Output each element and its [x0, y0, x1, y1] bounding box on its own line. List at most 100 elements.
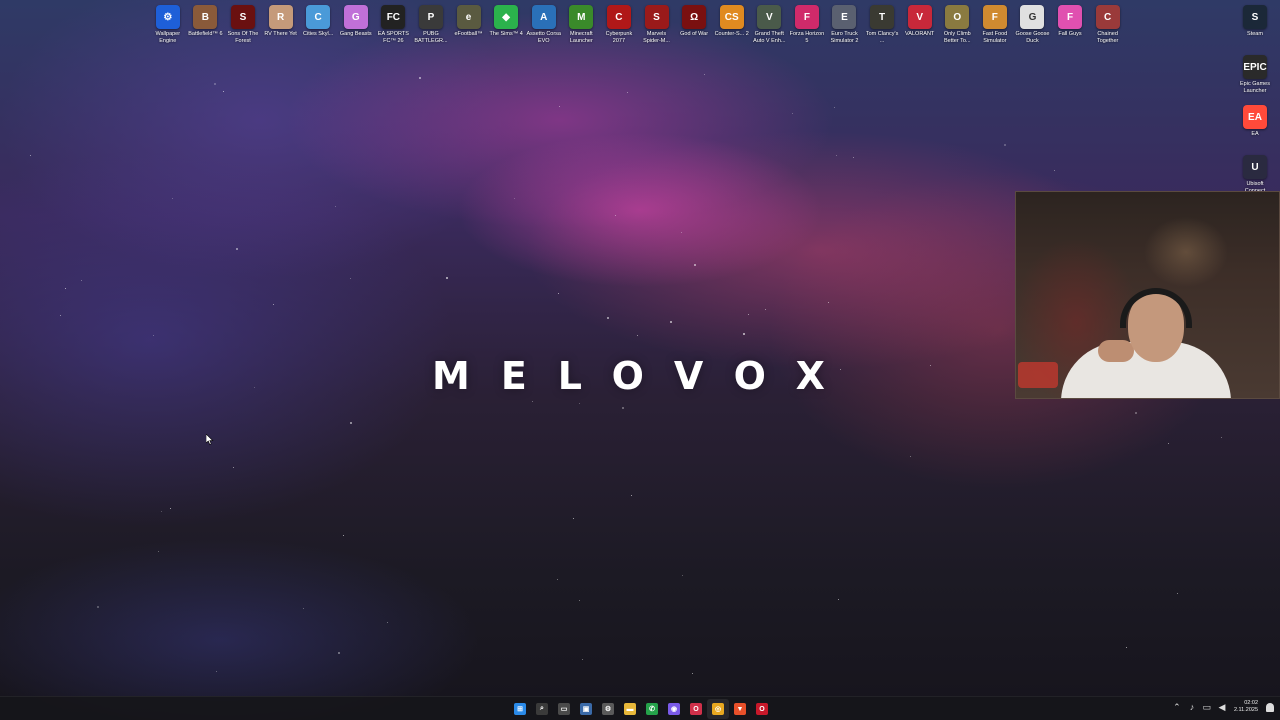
settings-button[interactable]: ⚙ [597, 699, 619, 719]
star [338, 652, 340, 654]
god-of-war-icon: Ω [682, 5, 707, 29]
desktop-shortcut-only-climb[interactable]: O Only Climb Better To... [938, 2, 976, 48]
star [233, 467, 235, 469]
desktop-shortcut-tom-clancys[interactable]: T Tom Clancy's ... [863, 2, 901, 48]
the-sims-icon: ◆ [494, 5, 519, 29]
desktop-shortcut-label: Goose Goose Duck [1015, 31, 1050, 44]
desktop-shortcut-gta-v[interactable]: V Grand Theft Auto V Enh... [751, 2, 789, 48]
star [1004, 144, 1006, 146]
desktop-shortcut-label: Steam [1247, 31, 1263, 37]
cyberpunk-icon: C [606, 5, 631, 29]
webcam-person-hand [1098, 340, 1134, 362]
clock[interactable]: 02:02 2.11.2025 [1234, 700, 1258, 714]
star [792, 113, 794, 115]
desktop-shortcut-label: Epic Games Launcher [1240, 81, 1270, 94]
desktop-shortcut-label: Sons Of The Forest [227, 31, 259, 44]
chevron-up-icon[interactable]: ⌃ [1172, 702, 1182, 713]
task-view-button[interactable]: ▭ [553, 699, 575, 719]
desktop-shortcut-label: Minecraft Launcher [569, 31, 593, 44]
star [834, 107, 836, 109]
desktop-shortcut-label: Chained Together [1096, 31, 1119, 44]
star [743, 333, 745, 335]
star [419, 77, 421, 79]
star [627, 92, 629, 94]
star [748, 314, 750, 316]
star [153, 335, 155, 337]
star [216, 671, 218, 673]
brave-button[interactable]: ▼ [729, 699, 751, 719]
desktop-shortcut-counter-strike[interactable]: CS Counter-S... 2 [713, 2, 751, 48]
star [670, 321, 672, 323]
desktop-shortcut-ea-sports-fc[interactable]: FC EA SPORTS FC™ 26 [375, 2, 413, 48]
forza-horizon-icon: F [794, 5, 819, 29]
star [828, 302, 830, 304]
desktop-shortcut-sons-of-the-forest[interactable]: S Sons Of The Forest [224, 2, 262, 48]
star [607, 317, 609, 319]
desktop-shortcut-god-of-war[interactable]: Ω God of War [675, 2, 713, 48]
opera-gx-button[interactable]: O [685, 699, 707, 719]
opera-button[interactable]: O [751, 699, 773, 719]
pubg-icon: P [418, 5, 443, 29]
desktop-shortcut-label: Cities Skyl... [303, 31, 334, 37]
star [273, 304, 275, 306]
whatsapp-button[interactable]: ✆ [641, 699, 663, 719]
volume-icon[interactable]: ◀ [1217, 702, 1227, 713]
desktop-shortcut-spider-man[interactable]: S Marvels Spider-M... [638, 2, 676, 48]
star [704, 74, 706, 76]
desktop-shortcut-label: Fall Guys [1058, 31, 1082, 37]
cities-skylines-icon: C [306, 5, 331, 29]
search-icon: ⌕ [536, 703, 548, 715]
file-explorer-button[interactable]: ▬ [619, 699, 641, 719]
taskbar: ⊞ ⌕ ▭ ▣ ⚙ ▬ ✆ ◉ O ◎ ▼ O ⌃ ♪ ▭ ◀ 02:02 2.11.2025 [0, 696, 1280, 720]
ubisoft-icon: U [1243, 155, 1267, 179]
desktop-shortcut-rv-there-yet[interactable]: R RV There Yet [262, 2, 300, 48]
star [172, 198, 174, 200]
desktop-shortcut-euro-truck[interactable]: E Euro Truck Simulator 2 [826, 2, 864, 48]
chrome-button[interactable]: ◎ [707, 699, 729, 719]
desktop-shortcut-gang-beasts[interactable]: G Gang Beasts [337, 2, 375, 48]
desktop-icons-top-row: ⚙ Wallpaper Engine B Battlefield™ 6 S Sons Of… [149, 2, 1126, 48]
desktop-shortcut-chained-together[interactable]: C Chained Together [1089, 2, 1127, 48]
star [930, 365, 932, 367]
desktop-icons-right-column: S Steam EPIC Epic Games Launcher EA EA U Ubisof… [1236, 2, 1274, 202]
desktop-shortcut-valorant[interactable]: V VALORANT [901, 2, 939, 48]
network-icon[interactable]: ▭ [1202, 702, 1212, 713]
desktop-shortcut-steam[interactable]: S Steam [1236, 2, 1274, 52]
desktop-shortcut-label: God of War [680, 31, 709, 37]
desktop-shortcut-minecraft[interactable]: M Minecraft Launcher [563, 2, 601, 48]
desktop-shortcut-cyberpunk[interactable]: C Cyberpunk 2077 [600, 2, 638, 48]
store-icon: ▣ [580, 703, 592, 715]
star [637, 335, 639, 337]
desktop-shortcut-pubg[interactable]: P PUBG BATTLEGR... [412, 2, 450, 48]
start-button[interactable]: ⊞ [509, 699, 531, 719]
desktop-shortcut-fall-guys[interactable]: F Fall Guys [1051, 2, 1089, 48]
microphone-icon[interactable]: ♪ [1187, 702, 1197, 712]
desktop-shortcut-battlefield[interactable]: B Battlefield™ 6 [187, 2, 225, 48]
search-button[interactable]: ⌕ [531, 699, 553, 719]
star [303, 608, 305, 610]
desktop-shortcut-epic-games[interactable]: EPIC Epic Games Launcher [1236, 52, 1274, 102]
spider-man-icon: S [644, 5, 669, 29]
system-tray: ⌃ ♪ ▭ ◀ 02:02 2.11.2025 [1172, 700, 1274, 714]
desktop-shortcut-wallpaper-engine[interactable]: ⚙ Wallpaper Engine [149, 2, 187, 48]
desktop-shortcut-forza-horizon[interactable]: F Forza Horizon 5 [788, 2, 826, 48]
star [1221, 437, 1223, 439]
folder-icon: ▬ [624, 703, 636, 715]
gear-icon: ⚙ [602, 703, 614, 715]
store-button[interactable]: ▣ [575, 699, 597, 719]
desktop-shortcut-the-sims[interactable]: ◆ The Sims™ 4 [487, 2, 525, 48]
star [559, 106, 561, 108]
desktop-shortcut-cities-skylines[interactable]: C Cities Skyl... [299, 2, 337, 48]
desktop-shortcut-goose-goose-duck[interactable]: G Goose Goose Duck [1014, 2, 1052, 48]
fast-food-icon: F [982, 5, 1007, 29]
ea-sports-fc-icon: FC [381, 5, 406, 29]
desktop-shortcut-assetto-corsa[interactable]: A Assetto Corsa EVO [525, 2, 563, 48]
desktop-shortcut-label: Grand Theft Auto V Enh... [753, 31, 786, 44]
notification-bell-icon[interactable] [1266, 702, 1274, 712]
messenger-button[interactable]: ◉ [663, 699, 685, 719]
desktop-shortcut-ea-app[interactable]: EA EA [1236, 102, 1274, 152]
wallpaper-engine-icon: ⚙ [155, 5, 180, 29]
star [1177, 593, 1179, 595]
desktop-shortcut-efootball[interactable]: e eFootball™ [450, 2, 488, 48]
desktop-shortcut-fast-food[interactable]: F Fast Food Simulator [976, 2, 1014, 48]
